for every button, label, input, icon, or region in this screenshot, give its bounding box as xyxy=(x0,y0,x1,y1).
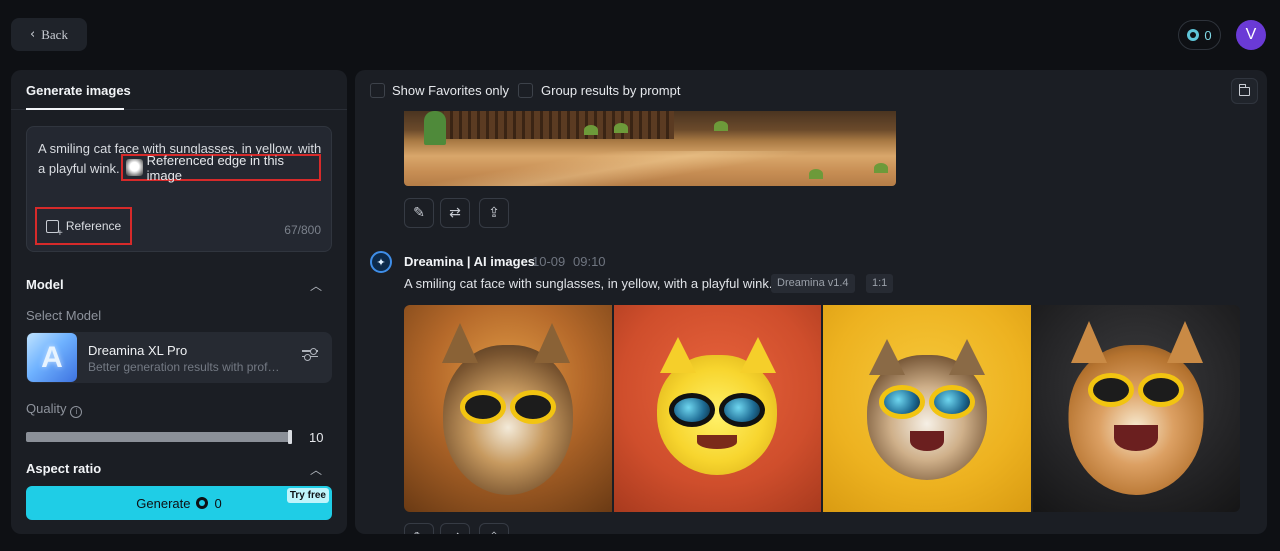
result-author: Dreamina | AI images xyxy=(404,254,536,269)
sunglasses xyxy=(459,390,556,424)
results-panel: Show Favorites only Group results by pro… xyxy=(355,70,1267,534)
ratio-tag: 1:1 xyxy=(866,274,894,293)
sliders-icon[interactable] xyxy=(302,348,318,364)
quality-label: Quality xyxy=(26,401,67,416)
result-image-grid xyxy=(404,305,1240,512)
info-icon[interactable]: i xyxy=(70,406,83,418)
favorites-label[interactable]: Show Favorites only xyxy=(392,83,509,98)
credit-coin-icon xyxy=(196,497,209,509)
pencil-icon: ✎ xyxy=(413,205,425,221)
reference-chip-label: Referenced edge in this image xyxy=(146,152,284,183)
try-free-badge: Try free xyxy=(286,488,329,503)
aspect-ratio-title: Aspect ratio xyxy=(26,461,102,476)
export-button[interactable]: ⇪ xyxy=(479,198,509,228)
group-checkbox[interactable] xyxy=(518,83,533,98)
prompt-input[interactable]: A smiling cat face with sunglasses, in y… xyxy=(26,126,332,252)
credit-coin-icon xyxy=(1187,29,1200,41)
regenerate-button[interactable]: ⇄ xyxy=(440,198,470,228)
image-add-icon xyxy=(45,219,63,239)
result-image-4[interactable] xyxy=(1032,305,1240,512)
reference-button[interactable]: Reference xyxy=(35,207,132,245)
chevron-up-icon[interactable]: ︿ xyxy=(310,277,322,294)
result-prompt: A smiling cat face with sunglasses, in y… xyxy=(404,276,773,291)
previous-result-image[interactable] xyxy=(404,111,896,186)
back-button[interactable]: ‹ Back xyxy=(11,18,87,51)
tab-generate-images[interactable]: Generate images xyxy=(26,83,131,98)
favorites-checkbox[interactable] xyxy=(370,83,385,98)
group-label[interactable]: Group results by prompt xyxy=(541,83,680,98)
credits-count: 0 xyxy=(1204,27,1212,43)
sparkle-icon: ✦ xyxy=(370,251,392,273)
generate-button[interactable]: Generate 0 Try free xyxy=(26,486,332,520)
quality-slider[interactable] xyxy=(26,430,292,444)
model-logo: A xyxy=(27,333,77,382)
quality-slider-fill xyxy=(26,432,292,442)
reference-chip[interactable]: Referenced edge in this image xyxy=(121,152,321,183)
result-date: 10-09 xyxy=(532,254,566,269)
result-image-2[interactable] xyxy=(613,305,821,512)
result-image-1[interactable] xyxy=(404,305,612,512)
result-time: 09:10 xyxy=(573,254,606,269)
edit-button[interactable]: ✎ xyxy=(404,198,434,228)
result-image-3[interactable] xyxy=(823,305,1031,512)
model-description: Better generation results with profe... xyxy=(88,360,282,374)
reference-thumbnail xyxy=(126,159,143,176)
quality-label-row: Quality i xyxy=(26,401,83,418)
export-button[interactable]: ⇪ xyxy=(479,523,509,534)
folder-icon xyxy=(1238,83,1250,96)
quality-value: 10 xyxy=(309,430,324,445)
folder-button[interactable] xyxy=(1231,78,1258,104)
model-section-title: Model xyxy=(26,277,64,292)
pencil-icon: ✎ xyxy=(413,530,425,534)
model-tag: Dreamina v1.4 xyxy=(771,274,855,293)
avatar[interactable]: V xyxy=(1236,20,1266,50)
regenerate-button[interactable]: ⇄ xyxy=(440,523,470,534)
chevron-left-icon: ‹ xyxy=(30,27,36,42)
active-tab-indicator xyxy=(26,108,124,110)
upload-icon: ⇪ xyxy=(488,205,500,221)
sunglasses xyxy=(878,385,975,419)
generate-credits: 0 xyxy=(214,495,222,511)
quality-slider-handle[interactable] xyxy=(288,430,292,444)
repeat-icon: ⇄ xyxy=(449,530,461,534)
panel-tabs: Generate images xyxy=(11,70,347,110)
reference-button-label: Reference xyxy=(65,219,122,233)
sunglasses xyxy=(1088,373,1185,407)
generate-panel: Generate images A smiling cat face with … xyxy=(11,70,347,534)
upload-icon: ⇪ xyxy=(488,530,500,534)
sunglasses xyxy=(669,393,766,427)
generate-label: Generate xyxy=(136,495,191,511)
model-selector[interactable]: A Dreamina XL Pro Better generation resu… xyxy=(26,332,332,383)
chevron-up-icon[interactable]: ︿ xyxy=(310,461,322,478)
repeat-icon: ⇄ xyxy=(449,205,461,221)
char-count: 67/800 xyxy=(284,223,321,237)
model-name: Dreamina XL Pro xyxy=(88,343,188,358)
back-label: Back xyxy=(41,26,68,42)
credits-badge[interactable]: 0 xyxy=(1178,20,1221,50)
edit-button[interactable]: ✎ xyxy=(404,523,434,534)
select-model-label: Select Model xyxy=(26,308,102,323)
